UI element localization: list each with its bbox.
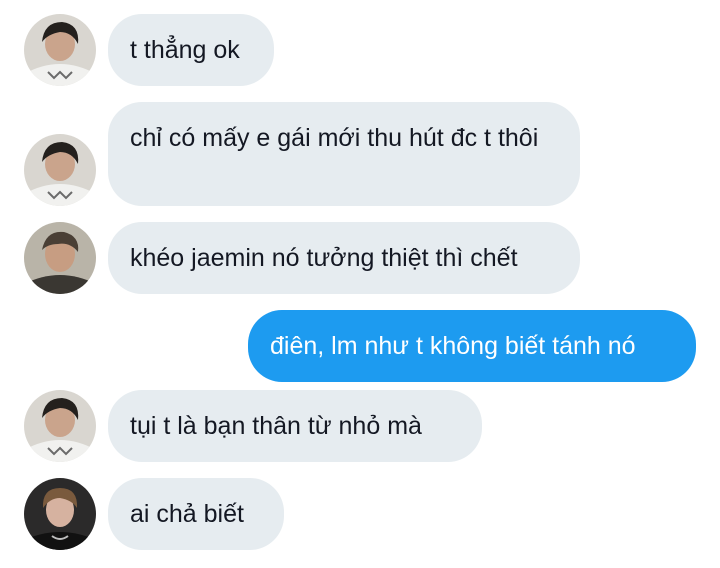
avatar[interactable] bbox=[24, 134, 96, 206]
message-bubble[interactable]: chỉ có mấy e gái mới thu hút đc t thôi bbox=[108, 102, 580, 206]
avatar-a-icon bbox=[24, 390, 96, 462]
message-row: khéo jaemin nó tưởng thiệt thì chết bbox=[0, 210, 720, 302]
avatar-b-icon bbox=[24, 222, 96, 294]
avatar-a-icon bbox=[24, 14, 96, 86]
avatar[interactable] bbox=[24, 390, 96, 462]
message-row: điên, lm như t không biết tánh nó bbox=[0, 302, 720, 390]
avatar-c-icon bbox=[24, 478, 96, 550]
message-row: ai chả biết bbox=[0, 472, 720, 568]
avatar[interactable] bbox=[24, 478, 96, 550]
message-bubble[interactable]: khéo jaemin nó tưởng thiệt thì chết bbox=[108, 222, 580, 294]
avatar-a-icon bbox=[24, 134, 96, 206]
message-row: t thẳng ok bbox=[0, 0, 720, 100]
message-bubble[interactable]: tụi t là bạn thân từ nhỏ mà bbox=[108, 390, 482, 462]
message-bubble[interactable]: ai chả biết bbox=[108, 478, 284, 550]
avatar[interactable] bbox=[24, 14, 96, 86]
message-row: chỉ có mấy e gái mới thu hút đc t thôi bbox=[0, 100, 720, 210]
message-row: tụi t là bạn thân từ nhỏ mà bbox=[0, 390, 720, 472]
message-bubble[interactable]: t thẳng ok bbox=[108, 14, 274, 86]
avatar[interactable] bbox=[24, 222, 96, 294]
message-bubble[interactable]: điên, lm như t không biết tánh nó bbox=[248, 310, 696, 382]
